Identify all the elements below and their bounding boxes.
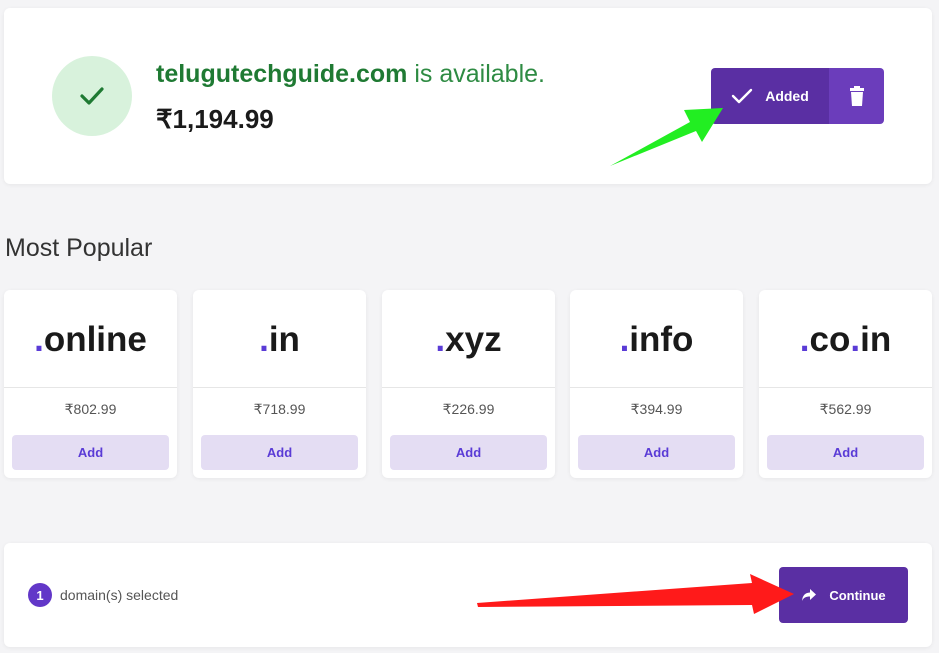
tld-name: . co. in [759, 290, 932, 388]
tld-name: . online [4, 290, 177, 388]
tld-name: . info [570, 290, 743, 388]
domain-name: telugutechguide.com [156, 60, 408, 88]
domain-availability-card: telugutechguide.com is available. ₹1,194… [4, 8, 932, 184]
add-in-button[interactable]: Add [201, 435, 358, 470]
share-arrow-icon [802, 589, 817, 601]
domain-price: ₹1,194.99 [156, 104, 274, 134]
added-button-label: Added [765, 88, 809, 104]
checkmark-icon [732, 88, 753, 104]
tld-price: ₹226.99 [442, 401, 495, 417]
tld-price: ₹394.99 [630, 401, 683, 417]
availability-status: is available. [407, 60, 545, 88]
tld-price: ₹718.99 [253, 401, 306, 417]
tld-card-co-in: . co. in ₹562.99 Add [759, 290, 932, 478]
tld-card-online: . online ₹802.99 Add [4, 290, 177, 478]
selected-count-badge: 1 [28, 583, 52, 607]
tld-name: . in [193, 290, 366, 388]
continue-button[interactable]: Continue [779, 567, 908, 623]
added-button[interactable]: Added [711, 68, 829, 124]
tld-card-in: . in ₹718.99 Add [193, 290, 366, 478]
add-co-in-button[interactable]: Add [767, 435, 924, 470]
add-info-button[interactable]: Add [578, 435, 735, 470]
tld-price: ₹802.99 [64, 401, 117, 417]
delete-button[interactable] [829, 68, 884, 124]
tld-card-info: . info ₹394.99 Add [570, 290, 743, 478]
selection-footer: 1 domain(s) selected Continue [4, 543, 932, 647]
tld-name: . xyz [382, 290, 555, 388]
check-icon [52, 56, 132, 136]
tld-price: ₹562.99 [819, 401, 872, 417]
add-xyz-button[interactable]: Add [390, 435, 547, 470]
availability-message: telugutechguide.com is available. [156, 60, 545, 89]
continue-button-label: Continue [829, 587, 886, 603]
selected-label: domain(s) selected [60, 587, 179, 603]
add-online-button[interactable]: Add [12, 435, 169, 470]
tld-card-xyz: . xyz ₹226.99 Add [382, 290, 555, 478]
trash-icon [849, 86, 864, 106]
most-popular-heading: Most Popular [5, 234, 153, 262]
